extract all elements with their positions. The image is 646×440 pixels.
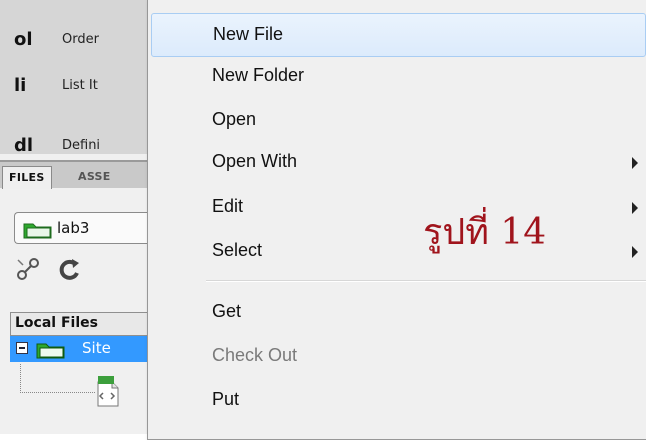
dl-tag-icon: dl: [14, 135, 34, 154]
local-files-header[interactable]: Local Files: [10, 312, 148, 336]
menu-item-label: Select: [212, 240, 263, 260]
collapse-icon[interactable]: [16, 342, 28, 354]
tree-connector: [20, 364, 95, 393]
refresh-icon[interactable]: [54, 254, 84, 284]
insert-item-label: Order: [62, 32, 99, 47]
menu-item-label: Check Out: [212, 345, 298, 365]
insert-item-label: List It: [62, 78, 98, 93]
menu-item-edit[interactable]: Edit: [148, 186, 646, 230]
left-panel: ol Order li List It dl Defini FILES ASSE…: [0, 0, 148, 434]
local-files-label: Local Files: [15, 315, 98, 331]
menu-item-label: Open: [212, 109, 257, 129]
menu-separator: [206, 280, 646, 282]
insert-item-label: Defini: [62, 138, 101, 153]
submenu-arrow-icon: [632, 246, 638, 258]
tree-site-root[interactable]: Site: [10, 336, 148, 362]
insert-item-definition-list[interactable]: dl Defini: [0, 126, 148, 154]
site-dropdown[interactable]: lab3: [14, 212, 148, 244]
menu-item-label: Put: [212, 389, 240, 409]
tree-site-label: Site: [82, 339, 111, 357]
menu-item-label: Open With: [212, 151, 298, 171]
menu-item-new-folder[interactable]: New Folder: [148, 55, 646, 99]
menu-item-put[interactable]: Put: [148, 379, 646, 423]
insert-panel: ol Order li List It dl Defini: [0, 0, 148, 154]
menu-item-label: New Folder: [212, 65, 305, 85]
menu-item-get[interactable]: Get: [148, 291, 646, 335]
site-name: lab3: [57, 219, 90, 237]
menu-item-label: Get: [212, 301, 242, 321]
tab-files[interactable]: FILES: [2, 166, 52, 189]
menu-item-new-file[interactable]: New File: [151, 13, 646, 57]
html-file-icon[interactable]: [94, 376, 124, 412]
context-menu: New File New Folder Open Open With Edit …: [147, 0, 646, 440]
submenu-arrow-icon: [632, 202, 638, 214]
menu-item-label: Edit: [212, 196, 244, 216]
menu-item-label: New File: [213, 24, 284, 44]
panel-tabs: FILES ASSE: [0, 160, 148, 189]
insert-item-list-item[interactable]: li List It: [0, 66, 148, 104]
insert-item-ordered-list[interactable]: ol Order: [0, 20, 148, 58]
site-folder-icon: [23, 221, 53, 243]
submenu-arrow-icon: [632, 157, 638, 169]
menu-item-check-out: Check Out: [148, 335, 646, 379]
connect-icon[interactable]: [14, 254, 44, 284]
li-tag-icon: li: [14, 75, 27, 96]
files-toolbar: [10, 252, 148, 286]
tab-assets[interactable]: ASSE: [72, 166, 117, 188]
ol-tag-icon: ol: [14, 29, 33, 50]
menu-item-select[interactable]: Select: [148, 230, 646, 274]
menu-item-open-with[interactable]: Open With: [148, 141, 646, 185]
site-folder-icon: [36, 341, 66, 363]
figure-caption: รูปที่ 14: [423, 212, 547, 253]
menu-item-open[interactable]: Open: [148, 99, 646, 143]
